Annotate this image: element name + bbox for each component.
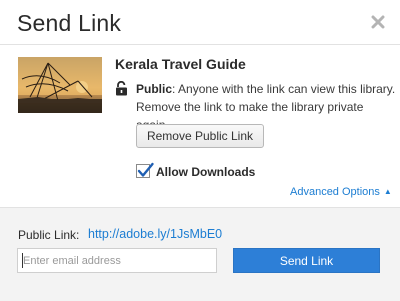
public-link-url[interactable]: http://adobe.ly/1JsMbE0 — [88, 227, 222, 241]
header-divider — [0, 44, 400, 45]
advanced-options-label[interactable]: Advanced Options — [290, 186, 380, 198]
text-cursor — [22, 253, 23, 268]
allow-downloads-checkbox[interactable] — [136, 162, 154, 178]
public-link-label: Public Link: — [18, 228, 80, 242]
unlocked-padlock-icon — [115, 80, 128, 96]
email-input[interactable] — [17, 248, 217, 273]
allow-downloads-label[interactable]: Allow Downloads — [156, 165, 255, 179]
send-link-button[interactable]: Send Link — [233, 248, 380, 273]
caret-up-icon[interactable]: ▲ — [384, 187, 392, 196]
library-thumbnail-image — [18, 57, 102, 113]
description-line-1: : Anyone with the link can view this lib… — [172, 82, 396, 96]
send-link-dialog: Send Link Kerala Travel Guide Public: An… — [0, 0, 400, 301]
library-name: Kerala Travel Guide — [115, 56, 246, 72]
dialog-title: Send Link — [17, 10, 122, 36]
checkmark-icon — [137, 162, 154, 177]
remove-public-link-button[interactable]: Remove Public Link — [136, 124, 264, 148]
close-icon[interactable] — [368, 12, 388, 32]
public-status-label: Public — [136, 82, 173, 96]
advanced-options-link[interactable]: Advanced Options ▲ — [290, 186, 392, 198]
